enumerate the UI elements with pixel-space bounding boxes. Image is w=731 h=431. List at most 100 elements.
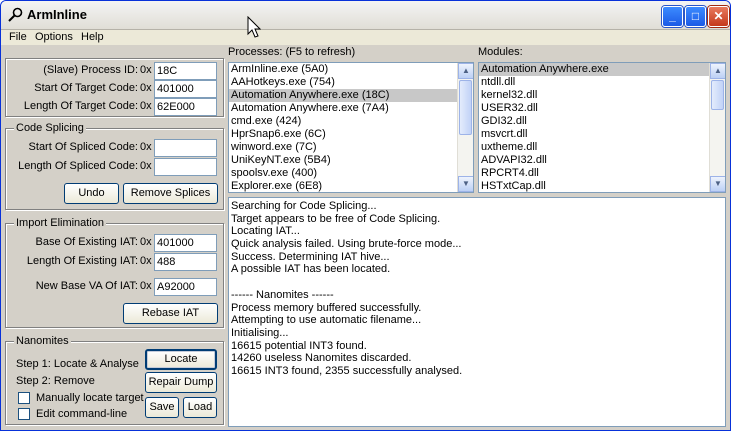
processes-header: Processes: (F5 to refresh) (228, 46, 356, 58)
log-line: A possible IAT has been located. (231, 263, 391, 276)
log-line: Attempting to use automatic filename... (231, 314, 422, 327)
menu-file[interactable]: File (9, 31, 27, 43)
log-line: Initialising... (231, 326, 289, 339)
remove-splices-button[interactable]: Remove Splices (123, 183, 218, 204)
length-spliced-field[interactable] (154, 158, 217, 176)
log-line: Quick analysis failed. Using brute-force… (231, 238, 462, 251)
length-spliced-label: Length Of Spliced Code: (18, 160, 138, 172)
process-item[interactable]: winword.exe (7C) (229, 141, 473, 154)
module-item[interactable]: uxtheme.dll (479, 141, 725, 154)
title-bar[interactable]: ArmInline _ □ ✕ (1, 1, 730, 30)
log-line: Process memory buffered successfully. (231, 301, 422, 314)
process-item[interactable]: Automation Anywhere.exe (7A4) (229, 102, 473, 115)
pid-field[interactable]: 18C (154, 62, 217, 80)
manually-locate-checkbox[interactable] (18, 392, 30, 404)
scroll-up-icon[interactable]: ▲ (710, 63, 725, 79)
module-item[interactable]: Automation Anywhere.exe (479, 63, 725, 76)
undo-button[interactable]: Undo (64, 183, 119, 204)
pid-label: (Slave) Process ID: (43, 64, 138, 76)
length-iat-field[interactable]: 488 (154, 253, 217, 271)
log-line: Locating IAT... (231, 225, 300, 238)
process-item[interactable]: Explorer.exe (6E8) (229, 180, 473, 192)
nanomites-title: Nanomites (14, 335, 71, 347)
window-title: ArmInline (27, 7, 87, 22)
log-line: ------ Nanomites ------ (231, 288, 334, 301)
import-elimination-title: Import Elimination (14, 217, 107, 229)
start-spliced-label: Start Of Spliced Code: (28, 141, 138, 153)
load-button[interactable]: Load (183, 397, 217, 418)
base-iat-field[interactable]: 401000 (154, 234, 217, 252)
modules-list[interactable]: Automation Anywhere.exe ntdll.dll kernel32… (478, 62, 726, 193)
module-item[interactable]: HSTxtCap.dll (479, 180, 725, 192)
length-target-field[interactable]: 62E000 (154, 98, 217, 116)
arminline-window: ArmInline _ □ ✕ File Options Help (Slave… (0, 0, 731, 431)
new-base-iat-field[interactable]: A92000 (154, 278, 217, 296)
save-button[interactable]: Save (145, 397, 179, 418)
import-elimination-panel: Import Elimination Base Of Existing IAT:… (5, 217, 224, 328)
close-button[interactable]: ✕ (708, 6, 729, 27)
length-target-label: Length Of Target Code: (23, 100, 138, 112)
code-splicing-title: Code Splicing (14, 122, 86, 134)
start-target-label: Start Of Target Code: (34, 82, 138, 94)
manually-locate-label: Manually locate target (36, 392, 144, 404)
start-target-field[interactable]: 401000 (154, 80, 217, 98)
log-line: Target appears to be free of Code Splici… (231, 212, 441, 225)
modules-scrollbar[interactable]: ▲ ▼ (709, 63, 725, 192)
length-iat-prefix: 0x (140, 255, 152, 267)
start-spliced-prefix: 0x (140, 141, 152, 153)
process-item[interactable]: UniKeyNT.exe (5B4) (229, 154, 473, 167)
process-item[interactable]: Automation Anywhere.exe (18C) (229, 89, 473, 102)
process-item[interactable]: ArmInline.exe (5A0) (229, 63, 473, 76)
process-item[interactable]: cmd.exe (424) (229, 115, 473, 128)
processes-scrollbar[interactable]: ▲ ▼ (457, 63, 473, 192)
processes-list[interactable]: ArmInline.exe (5A0) AAHotkeys.exe (754) Au… (228, 62, 474, 193)
new-base-iat-prefix: 0x (140, 280, 152, 292)
start-spliced-field[interactable] (154, 139, 217, 157)
nanomites-panel: Nanomites Step 1: Locate & Analyse Locat… (5, 335, 224, 425)
mouse-cursor-icon (247, 16, 261, 38)
new-base-iat-label: New Base VA Of IAT: (35, 280, 138, 292)
repair-dump-button[interactable]: Repair Dump (145, 372, 217, 393)
menu-bar: File Options Help (1, 30, 730, 45)
edit-command-line-checkbox[interactable] (18, 408, 30, 420)
rebase-iat-button[interactable]: Rebase IAT (123, 303, 218, 324)
wrench-icon (8, 7, 23, 22)
module-item[interactable]: GDI32.dll (479, 115, 725, 128)
edit-command-line-label: Edit command-line (36, 408, 128, 420)
minimize-button[interactable]: _ (662, 6, 683, 27)
step2-label: Step 2: Remove (16, 375, 95, 387)
maximize-button[interactable]: □ (685, 6, 706, 27)
scroll-thumb[interactable] (711, 80, 724, 110)
log-lines: Searching for Code Splicing... Target app… (229, 198, 725, 378)
length-spliced-prefix: 0x (140, 160, 152, 172)
step1-label: Step 1: Locate & Analyse (16, 358, 139, 370)
scroll-down-icon[interactable]: ▼ (458, 176, 473, 192)
log-line: 16615 INT3 found, 2355 successfully anal… (231, 364, 463, 377)
log-output[interactable]: Searching for Code Splicing... Target app… (228, 197, 726, 427)
process-item[interactable]: spoolsv.exe (400) (229, 167, 473, 180)
base-iat-label: Base Of Existing IAT: (35, 236, 138, 248)
processes-items: ArmInline.exe (5A0) AAHotkeys.exe (754) Au… (229, 63, 473, 192)
length-iat-label: Length Of Existing IAT: (26, 255, 138, 267)
locate-button[interactable]: Locate (145, 349, 217, 370)
close-icon: ✕ (713, 9, 724, 23)
module-item[interactable]: USER32.dll (479, 102, 725, 115)
start-target-prefix: 0x (140, 82, 152, 94)
menu-help[interactable]: Help (81, 31, 104, 43)
menu-options[interactable]: Options (35, 31, 73, 43)
scroll-thumb[interactable] (459, 80, 472, 135)
module-item[interactable]: kernel32.dll (479, 89, 725, 102)
maximize-icon: □ (691, 9, 700, 23)
module-item[interactable]: ntdll.dll (479, 76, 725, 89)
log-line: 14260 useless Nanomites discarded. (231, 352, 412, 365)
scroll-down-icon[interactable]: ▼ (710, 176, 725, 192)
scroll-up-icon[interactable]: ▲ (458, 63, 473, 79)
process-item[interactable]: AAHotkeys.exe (754) (229, 76, 473, 89)
module-item[interactable]: msvcrt.dll (479, 128, 725, 141)
pid-prefix: 0x (140, 64, 152, 76)
log-line: 16615 potential INT3 found. (231, 339, 367, 352)
process-item[interactable]: HprSnap6.exe (6C) (229, 128, 473, 141)
module-item[interactable]: RPCRT4.dll (479, 167, 725, 180)
module-item[interactable]: ADVAPI32.dll (479, 154, 725, 167)
